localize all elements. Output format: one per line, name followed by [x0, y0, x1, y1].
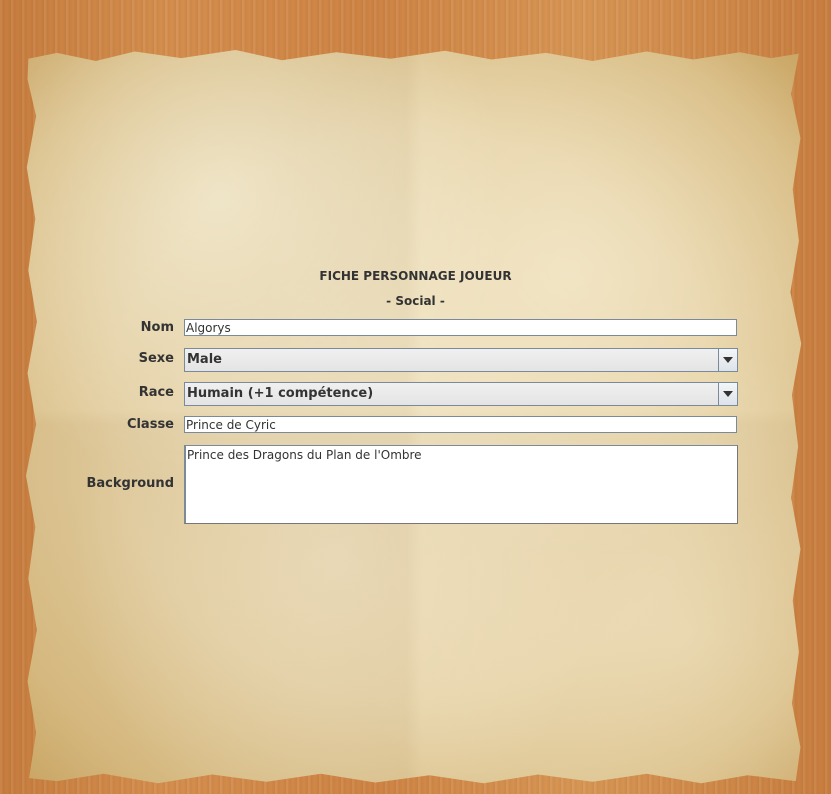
- background-textarea[interactable]: Prince des Dragons du Plan de l'Ombre: [184, 445, 738, 524]
- race-dropdown[interactable]: Humain (+1 compétence): [184, 382, 738, 406]
- race-dropdown-button[interactable]: [718, 383, 737, 405]
- race-selected-value: Humain (+1 compétence): [187, 386, 374, 401]
- sexe-dropdown[interactable]: Male: [184, 348, 738, 372]
- nom-field[interactable]: [184, 319, 737, 336]
- classe-label: Classe: [126, 417, 174, 432]
- nom-label: Nom: [140, 320, 174, 335]
- chevron-down-icon: [723, 391, 733, 397]
- sexe-label: Sexe: [138, 351, 174, 366]
- section-subtitle: - Social -: [386, 294, 445, 308]
- sexe-selected-value: Male: [187, 352, 222, 367]
- chevron-down-icon: [723, 357, 733, 363]
- sexe-dropdown-button[interactable]: [718, 349, 737, 371]
- race-label: Race: [138, 385, 174, 400]
- classe-field[interactable]: [184, 416, 737, 433]
- background-label: Background: [86, 476, 175, 491]
- page-title: FICHE PERSONNAGE JOUEUR: [319, 269, 512, 283]
